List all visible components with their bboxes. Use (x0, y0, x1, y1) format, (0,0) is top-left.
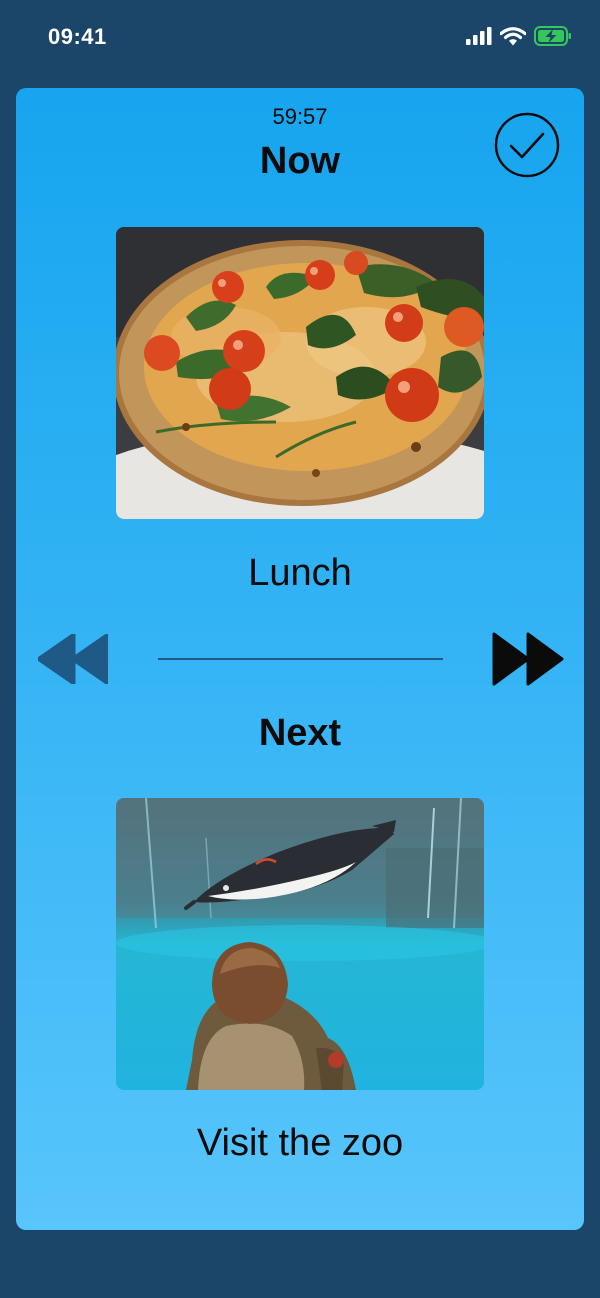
previous-button[interactable] (36, 632, 110, 686)
rewind-icon (36, 632, 110, 686)
wifi-icon (500, 26, 526, 45)
cellular-signal-icon (466, 27, 492, 45)
divider (158, 658, 443, 660)
schedule-card: 59:57 Now Lunch Next Visit the zoo (16, 88, 584, 1230)
pizza-photo (116, 227, 484, 519)
now-activity-image[interactable] (116, 227, 484, 519)
next-button[interactable] (492, 632, 564, 686)
status-bar: 09:41 (0, 0, 600, 80)
zoo-penguin-photo (116, 798, 484, 1090)
next-activity-image[interactable] (116, 798, 484, 1090)
now-heading: Now (259, 140, 341, 182)
status-icons (466, 26, 572, 46)
status-time: 09:41 (48, 24, 107, 49)
battery-charging-icon (534, 26, 571, 46)
now-activity-label: Lunch (248, 552, 352, 594)
next-activity-label: Visit the zoo (196, 1122, 404, 1164)
next-heading: Next (258, 712, 342, 754)
fast-forward-icon (492, 632, 564, 686)
